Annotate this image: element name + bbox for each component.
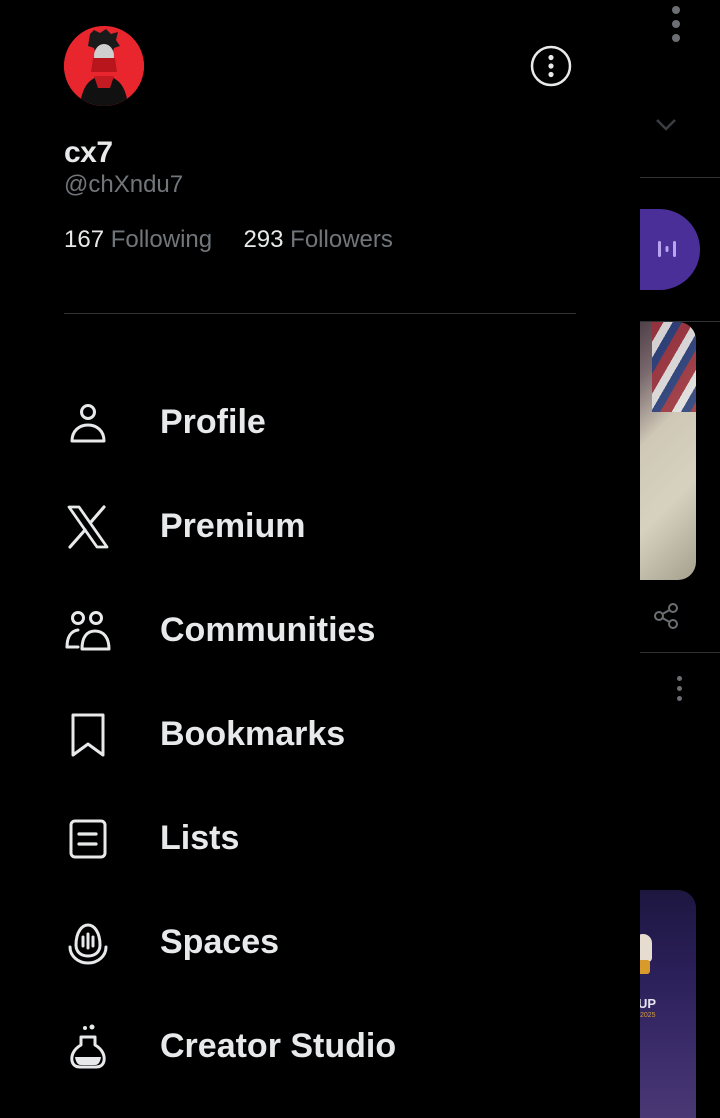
menu-item-label: Premium: [160, 507, 306, 545]
menu-item-label: Profile: [160, 403, 266, 441]
following-link[interactable]: 167 Following: [64, 226, 219, 253]
flask-icon: [70, 1024, 106, 1069]
list-icon: [69, 819, 107, 859]
menu-item-label: Bookmarks: [160, 715, 346, 753]
card-subtext: 2025: [640, 1012, 656, 1019]
menu-item-creator-studio[interactable]: Creator Studio: [64, 1007, 584, 1087]
following-count: 167: [64, 226, 105, 253]
chevron-down-icon[interactable]: [655, 118, 677, 132]
menu-item-label: Creator Studio: [160, 1027, 397, 1065]
avatar-image: [64, 26, 144, 106]
spaces-fab-icon: [658, 241, 676, 257]
following-label: Following: [110, 226, 213, 253]
menu-item-label: Communities: [160, 611, 376, 649]
follow-stats: 167 Following 293 Followers: [64, 226, 393, 254]
spaces-icon: [68, 923, 108, 965]
drawer-divider: [64, 313, 576, 314]
card-text: UP: [638, 996, 657, 1011]
user-handle[interactable]: @chXndu7: [64, 171, 183, 199]
x-logo-icon: [67, 505, 109, 549]
display-name[interactable]: cx7: [64, 136, 113, 170]
menu-item-premium[interactable]: Premium: [64, 487, 584, 567]
followers-link[interactable]: 293 Followers: [243, 226, 392, 253]
menu-item-communities[interactable]: Communities: [64, 591, 584, 671]
menu-item-spaces[interactable]: Spaces: [64, 903, 584, 983]
menu-item-bookmarks[interactable]: Bookmarks: [64, 695, 584, 775]
followers-count: 293: [243, 226, 284, 253]
timeline-more-icon[interactable]: [671, 6, 681, 46]
menu-item-label: Lists: [160, 819, 240, 857]
menu-item-label: Spaces: [160, 923, 280, 961]
navigation-drawer: cx7 @chXndu7 167 Following 293 Followers…: [0, 0, 640, 1118]
menu-item-lists[interactable]: Lists: [64, 799, 584, 879]
timeline-divider: [640, 652, 720, 653]
timeline-divider: [640, 177, 720, 178]
post-more-icon[interactable]: [677, 676, 683, 706]
communities-icon: [65, 611, 111, 651]
share-icon[interactable]: [652, 602, 680, 630]
followers-label: Followers: [290, 226, 393, 253]
avatar[interactable]: [64, 26, 144, 106]
account-options-icon[interactable]: [530, 45, 572, 87]
person-icon: [70, 404, 106, 443]
menu-item-profile[interactable]: Profile: [64, 383, 584, 463]
bookmark-icon: [71, 713, 105, 757]
